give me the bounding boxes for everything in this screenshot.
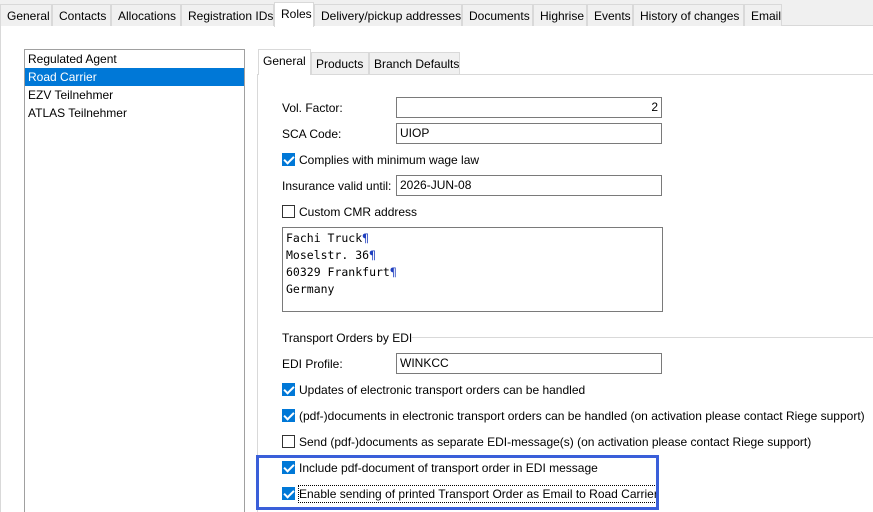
custom-cmr-label: Custom CMR address [299,205,418,219]
tab-history-of-changes[interactable]: History of changes [633,4,744,26]
inner-tab-general[interactable]: General [258,49,311,75]
role-item-regulated-agent[interactable]: Regulated Agent [25,50,244,68]
inner-panel-border [257,74,258,512]
cmr-address-line: Germany [286,282,335,296]
insurance-date-input[interactable]: 2026-JUN-08 [396,175,662,196]
tab-documents[interactable]: Documents [462,4,533,26]
tab-roles[interactable]: Roles [274,2,314,27]
insurance-label: Insurance valid until: [282,179,392,193]
tab-highrise[interactable]: Highrise [533,4,587,26]
include-pdf-check-icon[interactable] [282,461,295,474]
tab-delivery-pickup-addresses[interactable]: Delivery/pickup addresses [314,4,462,26]
edi-profile-input[interactable]: WINKCC [396,353,662,374]
pilcrow-icon: ¶ [369,248,377,262]
role-list[interactable]: Regulated Agent Road Carrier EZV Teilneh… [24,49,245,512]
edi-profile-label: EDI Profile: [282,357,343,371]
cmr-address-line: Fachi Truck¶ [286,231,370,245]
enable-email-check-icon[interactable] [282,487,295,500]
min-wage-label: Complies with minimum wage law [299,153,480,167]
tab-email[interactable]: Email [744,4,782,26]
custom-cmr-checkbox-icon[interactable] [282,205,295,218]
send-pdf-label: Send (pdf-)documents as separate EDI-mes… [299,435,812,449]
tab-allocations[interactable]: Allocations [111,4,181,26]
inner-tab-branch-defaults[interactable]: Branch Defaults [369,52,460,74]
enable-email-label: Enable sending of printed Transport Orde… [298,485,659,503]
updates-label: Updates of electronic transport orders c… [299,383,586,397]
pdf-docs-label: (pdf-)documents in electronic transport … [299,409,865,423]
tab-general[interactable]: General [0,4,52,26]
vol-factor-label: Vol. Factor: [282,101,343,115]
edi-group-label: Transport Orders by EDI [282,331,413,345]
include-pdf-label: Include pdf-document of transport order … [299,461,598,475]
role-item-ezv-teilnehmer[interactable]: EZV Teilnehmer [25,86,244,104]
pilcrow-icon: ¶ [389,265,397,279]
cmr-address-line: Moselstr. 36¶ [286,248,377,262]
sca-code-input[interactable]: UIOP [396,123,662,144]
edi-group-divider [411,337,873,338]
updates-check-icon[interactable] [282,383,295,396]
cmr-address-line: 60329 Frankfurt¶ [286,265,397,279]
tab-contacts[interactable]: Contacts [52,4,111,26]
min-wage-check-icon[interactable] [282,153,295,166]
pilcrow-icon: ¶ [362,231,370,245]
cmr-address-textarea[interactable]: Fachi Truck¶ Moselstr. 36¶ 60329 Frankfu… [282,227,663,312]
role-item-road-carrier[interactable]: Road Carrier [25,68,244,86]
pdf-docs-check-icon[interactable] [282,409,295,422]
top-tab-strip: General Contacts Allocations Registratio… [0,0,873,27]
role-item-atlas-teilnehmer[interactable]: ATLAS Teilnehmer [25,104,244,122]
vol-factor-input[interactable]: 2 [396,97,662,118]
sca-code-label: SCA Code: [282,127,342,141]
inner-tab-products[interactable]: Products [311,52,369,74]
tab-registration-ids[interactable]: Registration IDs [181,4,274,26]
send-pdf-checkbox-icon[interactable] [282,435,295,448]
tab-events[interactable]: Events [587,4,633,26]
